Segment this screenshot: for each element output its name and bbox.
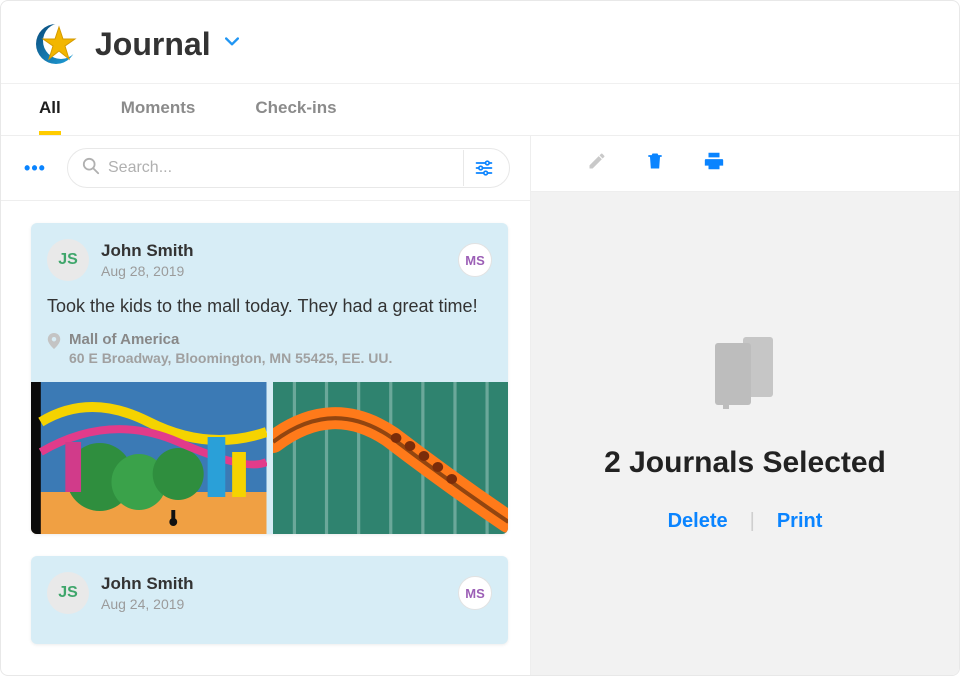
app-window: Journal All Moments Check-ins ••• (0, 0, 960, 676)
delete-button[interactable] (645, 150, 665, 177)
tab-label: Moments (121, 98, 196, 117)
tab-checkins[interactable]: Check-ins (255, 84, 336, 135)
entry-author-block: John Smith Aug 28, 2019 (101, 241, 194, 279)
entry-header: JS John Smith Aug 24, 2019 MS (47, 572, 492, 614)
app-header: Journal (1, 1, 959, 84)
tab-label: Check-ins (255, 98, 336, 117)
search-icon (82, 157, 100, 180)
entry-badge: MS (458, 243, 492, 277)
right-toolbar (531, 136, 959, 192)
journal-entry[interactable]: JS John Smith Aug 28, 2019 MS Took the k… (31, 223, 508, 534)
printer-icon (703, 150, 725, 172)
entry-location: Mall of America 60 E Broadway, Bloomingt… (47, 331, 492, 366)
entry-header: JS John Smith Aug 28, 2019 MS (47, 239, 492, 281)
edit-button[interactable] (587, 151, 607, 176)
app-logo (31, 19, 81, 69)
delete-link[interactable]: Delete (668, 510, 728, 533)
chevron-down-icon (225, 35, 239, 54)
selection-count-text: 2 Journals Selected (604, 446, 886, 480)
trash-icon (645, 150, 665, 172)
separator: | (750, 510, 755, 533)
journal-entry[interactable]: JS John Smith Aug 24, 2019 MS (31, 556, 508, 644)
search-row: ••• (1, 136, 530, 201)
entry-author-block: John Smith Aug 24, 2019 (101, 574, 194, 612)
tab-all[interactable]: All (39, 84, 61, 135)
entry-photos (31, 382, 508, 534)
more-menu-button[interactable]: ••• (15, 158, 55, 179)
filter-button[interactable] (463, 150, 503, 186)
entry-date: Aug 28, 2019 (101, 263, 194, 279)
sliders-icon (474, 158, 494, 178)
location-name: Mall of America (69, 331, 392, 348)
entry-author-name: John Smith (101, 574, 194, 594)
entry-location-text: Mall of America 60 E Broadway, Bloomingt… (69, 331, 392, 366)
page-title-text: Journal (95, 26, 211, 63)
entry-author-name: John Smith (101, 241, 194, 261)
avatar: JS (47, 572, 89, 614)
tab-label: All (39, 98, 61, 117)
entry-badge: MS (458, 576, 492, 610)
print-button[interactable] (703, 150, 725, 177)
location-address: 60 E Broadway, Bloomington, MN 55425, EE… (69, 350, 392, 366)
search-box (67, 148, 510, 188)
body-split: ••• (1, 136, 959, 675)
tab-moments[interactable]: Moments (121, 84, 196, 135)
search-input[interactable] (108, 159, 455, 177)
entry-photo[interactable] (31, 382, 267, 534)
right-panel: 2 Journals Selected Delete | Print (531, 136, 959, 675)
entry-photo[interactable] (273, 382, 509, 534)
left-panel: ••• (1, 136, 531, 675)
entry-date: Aug 24, 2019 (101, 596, 194, 612)
avatar: JS (47, 239, 89, 281)
entry-body-text: Took the kids to the mall today. They ha… (47, 293, 492, 319)
right-content: 2 Journals Selected Delete | Print (531, 192, 959, 675)
journal-icon (709, 335, 781, 416)
location-pin-icon (47, 333, 61, 354)
pencil-icon (587, 151, 607, 171)
print-link[interactable]: Print (777, 510, 823, 533)
entries-list: JS John Smith Aug 28, 2019 MS Took the k… (1, 201, 530, 675)
tab-bar: All Moments Check-ins (1, 84, 959, 136)
selection-actions: Delete | Print (668, 510, 823, 533)
page-title[interactable]: Journal (95, 26, 239, 63)
